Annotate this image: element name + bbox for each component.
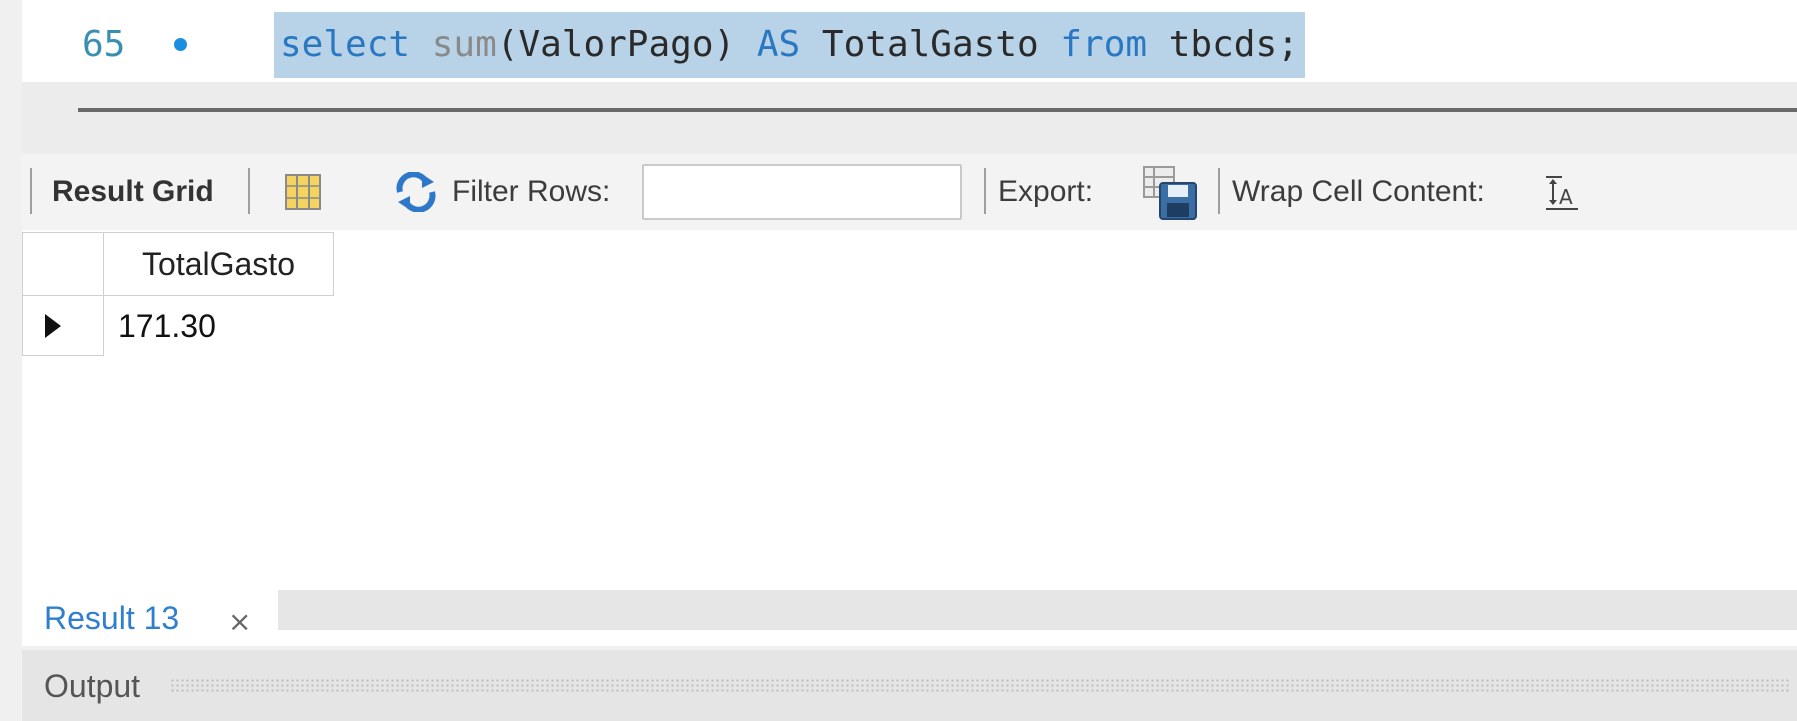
- code-line-selected[interactable]: select sum(ValorPago) AS TotalGasto from…: [274, 12, 1305, 78]
- tabbar-background: [278, 590, 1797, 630]
- grid-corner-cell[interactable]: [22, 232, 104, 296]
- close-icon[interactable]: ×: [228, 602, 251, 642]
- toolbar-divider: [248, 168, 250, 214]
- line-number: 65: [82, 24, 126, 65]
- result-tabbar: Result 13 ×: [22, 590, 1797, 646]
- code-keyword-from: from: [1060, 24, 1148, 65]
- wrap-cell-content-label: Wrap Cell Content:: [1232, 175, 1485, 208]
- toolbar-divider: [984, 168, 986, 214]
- result-toolbar: Result Grid Filter Rows: Export: Wrap Ce…: [22, 154, 1797, 230]
- code-table-name: tbcds;: [1168, 24, 1299, 65]
- filter-rows-label: Filter Rows:: [452, 175, 611, 208]
- toolbar-divider: [1218, 168, 1220, 214]
- code-keyword-as: AS: [756, 24, 801, 65]
- code-function-sum: sum: [431, 24, 497, 65]
- editor-results-splitter[interactable]: [22, 82, 1797, 154]
- output-panel-header[interactable]: Output: [22, 650, 1797, 721]
- export-icon[interactable]: [1142, 165, 1202, 221]
- splitter-handle[interactable]: [78, 108, 1797, 112]
- wrap-text-icon[interactable]: A: [1544, 174, 1580, 212]
- tab-result-13[interactable]: Result 13: [44, 596, 179, 640]
- toolbar-divider: [30, 168, 32, 214]
- export-label: Export:: [998, 175, 1094, 208]
- grid-icon[interactable]: [284, 173, 322, 211]
- code-argument: (ValorPago): [496, 24, 736, 65]
- result-grid: TotalGasto 171.30: [22, 230, 1797, 590]
- refresh-icon[interactable]: [394, 172, 438, 212]
- code-alias: TotalGasto: [821, 24, 1039, 65]
- column-header-totalgasto[interactable]: TotalGasto: [104, 232, 334, 296]
- result-grid-tab[interactable]: Result Grid: [52, 174, 214, 210]
- row-selector[interactable]: [22, 296, 104, 356]
- svg-text:A: A: [1559, 185, 1573, 209]
- output-label: Output: [44, 668, 141, 704]
- current-row-arrow-icon: [45, 314, 61, 338]
- filter-rows-input[interactable]: [642, 164, 962, 220]
- table-cell[interactable]: 171.30: [118, 296, 216, 356]
- code-keyword-select: select: [280, 24, 411, 65]
- sql-editor[interactable]: 65 select sum(ValorPago) AS TotalGasto f…: [22, 0, 1797, 82]
- statement-marker-icon: [174, 38, 187, 51]
- panel-grip-handle[interactable]: [170, 678, 1790, 694]
- mysql-workbench-window: 65 select sum(ValorPago) AS TotalGasto f…: [0, 0, 1797, 721]
